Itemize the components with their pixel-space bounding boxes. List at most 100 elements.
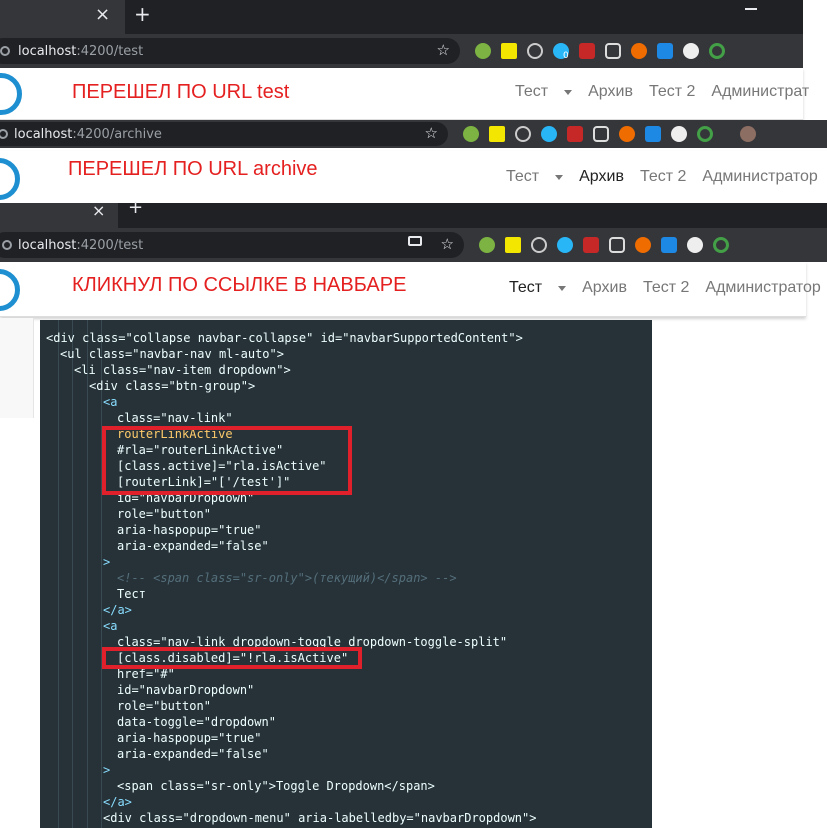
star-icon[interactable]: ☆ [425, 124, 438, 142]
extension-yellow-icon[interactable] [505, 237, 521, 253]
browser-window-2: localhost:4200/archive ☆ ПЕРЕШЕЛ ПО URL … [0, 120, 827, 210]
nav-link-test[interactable]: Тест [515, 83, 548, 101]
extension-ghost-icon[interactable] [541, 126, 557, 142]
nav-link-test[interactable]: Тест [509, 279, 542, 297]
nav-link-archive[interactable]: Архив [588, 83, 633, 101]
extension-yellow-icon[interactable] [489, 126, 505, 142]
nav-link-archive[interactable]: Архив [582, 279, 627, 297]
nav-link-test[interactable]: Тест [506, 168, 539, 186]
page-sidebar-fragment [0, 318, 34, 418]
highlight-box-routerlink [102, 426, 352, 495]
code-line: > [103, 763, 111, 777]
pocket-icon[interactable] [593, 126, 609, 142]
code-line: <div class="collapse navbar-collapse" id… [46, 331, 523, 345]
ublock-icon[interactable] [579, 43, 595, 59]
url-host: localhost [14, 126, 73, 142]
extensions: 0 [470, 43, 730, 61]
dropdown-caret-icon[interactable] [564, 89, 573, 95]
pocket-icon[interactable] [605, 43, 621, 59]
tab-close-icon[interactable]: × [92, 201, 105, 220]
code-line: <div class="dropdown-menu" aria-labelled… [103, 811, 537, 825]
extension-a-icon[interactable] [671, 126, 687, 142]
nav-link-test2[interactable]: Тест 2 [640, 168, 686, 186]
extension-yellow-icon[interactable] [501, 43, 517, 59]
nav-link-admin[interactable]: Администратор [705, 279, 820, 297]
code-line: </a> [103, 603, 132, 617]
code-line: <ul class="navbar-nav ml-auto"> [60, 347, 284, 361]
cast-icon[interactable] [408, 236, 422, 246]
code-line: <span class="sr-only">Toggle Dropdown</s… [117, 779, 435, 793]
dropdown-caret-icon[interactable] [555, 174, 564, 180]
extension-green-icon[interactable] [475, 43, 491, 59]
extension-gear-icon[interactable] [645, 126, 661, 142]
info-icon[interactable] [2, 240, 12, 250]
extension-green-icon[interactable] [479, 237, 495, 253]
browser-window-1: × + localhost:4200/test ☆ 0 ПЕРЕШЕЛ ПО U… [0, 0, 827, 120]
code-comment: <!-- <span class="sr-only">(текущий)</sp… [117, 571, 457, 585]
code-line: aria-haspopup="true" [117, 731, 262, 745]
new-tab-icon[interactable]: + [134, 2, 151, 26]
code-line: > [103, 555, 111, 569]
code-line: <a [103, 395, 118, 409]
nav-menu-1: Тест Архив Тест 2 Администрат [515, 83, 825, 101]
extension-ring-icon[interactable] [709, 43, 725, 59]
pocket-icon[interactable] [609, 237, 625, 253]
navbar-1: ПЕРЕШЕЛ ПО URL test Тест Архив Тест 2 Ад… [0, 68, 809, 120]
info-icon[interactable] [0, 46, 10, 56]
omnibox[interactable]: localhost:4200/test ☆ [0, 38, 460, 64]
nav-link-test2[interactable]: Тест 2 [643, 279, 689, 297]
extension-orange-icon[interactable] [631, 43, 647, 59]
code-line: aria-haspopup="true" [117, 523, 262, 537]
navbar-3: КЛИКНУЛ ПО ССЫЛКЕ В НАВБАРЕ Тест Архив Т… [0, 262, 821, 317]
annotation-2: ПЕРЕШЕЛ ПО URL archive [68, 158, 318, 180]
nav-link-archive[interactable]: Архив [579, 168, 624, 186]
code-line: <div class="btn-group"> [89, 379, 256, 393]
omnibox[interactable]: localhost:4200/test ☆ [0, 232, 464, 258]
star-icon[interactable]: ☆ [437, 41, 450, 59]
code-line: class="nav-link" [117, 411, 233, 425]
code-line: role="button" [117, 699, 211, 713]
url-path: :4200/archive [72, 126, 162, 142]
extension-ghost-icon[interactable]: 0 [553, 43, 569, 61]
tab-strip: × + [0, 0, 803, 34]
omnibox[interactable]: localhost:4200/archive ☆ [0, 122, 448, 146]
extension-bulb-icon[interactable] [527, 43, 543, 59]
annotation-3: КЛИКНУЛ ПО ССЫЛКЕ В НАВБАРЕ [72, 274, 407, 296]
extension-gear-icon[interactable] [661, 237, 677, 253]
url-path: :4200/test [76, 237, 144, 253]
nav-link-admin[interactable]: Администрат [711, 83, 809, 101]
navbar-2: ПЕРЕШЕЛ ПО URL archive Тест Архив Тест 2… [0, 151, 827, 207]
nav-link-test2[interactable]: Тест 2 [649, 83, 695, 101]
logo [0, 158, 20, 200]
address-bar-row: localhost:4200/test ☆ [0, 228, 827, 262]
code-line: aria-expanded="false" [117, 747, 269, 761]
info-icon[interactable] [0, 129, 8, 139]
extension-gear-icon[interactable] [657, 43, 673, 59]
code-line: role="button" [117, 507, 211, 521]
extension-green-icon[interactable] [463, 126, 479, 142]
ublock-icon[interactable] [567, 126, 583, 142]
address-bar-row: localhost:4200/archive ☆ [0, 120, 827, 148]
new-tab-icon[interactable]: + [128, 197, 143, 218]
avatar[interactable] [740, 126, 756, 142]
extension-orange-icon[interactable] [619, 126, 635, 142]
code-line: aria-expanded="false" [117, 539, 269, 553]
nav-menu-2: Тест Архив Тест 2 Администратор ● [506, 168, 827, 186]
minimize-icon[interactable] [745, 8, 757, 10]
extension-ghost-icon[interactable] [557, 237, 573, 253]
extension-bulb-icon[interactable] [531, 237, 547, 253]
extension-ring-icon[interactable] [697, 126, 713, 142]
tab-close-icon[interactable]: × [95, 4, 110, 25]
nav-link-admin[interactable]: Администратор [702, 168, 817, 186]
star-icon[interactable]: ☆ [441, 235, 454, 253]
extension-a-icon[interactable] [687, 237, 703, 253]
tab-strip: × + [0, 197, 827, 228]
code-line: <li class="nav-item dropdown"> [74, 363, 291, 377]
extension-ring-icon[interactable] [713, 237, 729, 253]
ublock-icon[interactable] [583, 237, 599, 253]
extension-bulb-icon[interactable] [515, 126, 531, 142]
extension-a-icon[interactable] [683, 43, 699, 59]
dropdown-caret-icon[interactable] [558, 285, 567, 291]
nav-menu-3: Тест Архив Тест 2 Администратор [509, 279, 827, 297]
extension-orange-icon[interactable] [635, 237, 651, 253]
